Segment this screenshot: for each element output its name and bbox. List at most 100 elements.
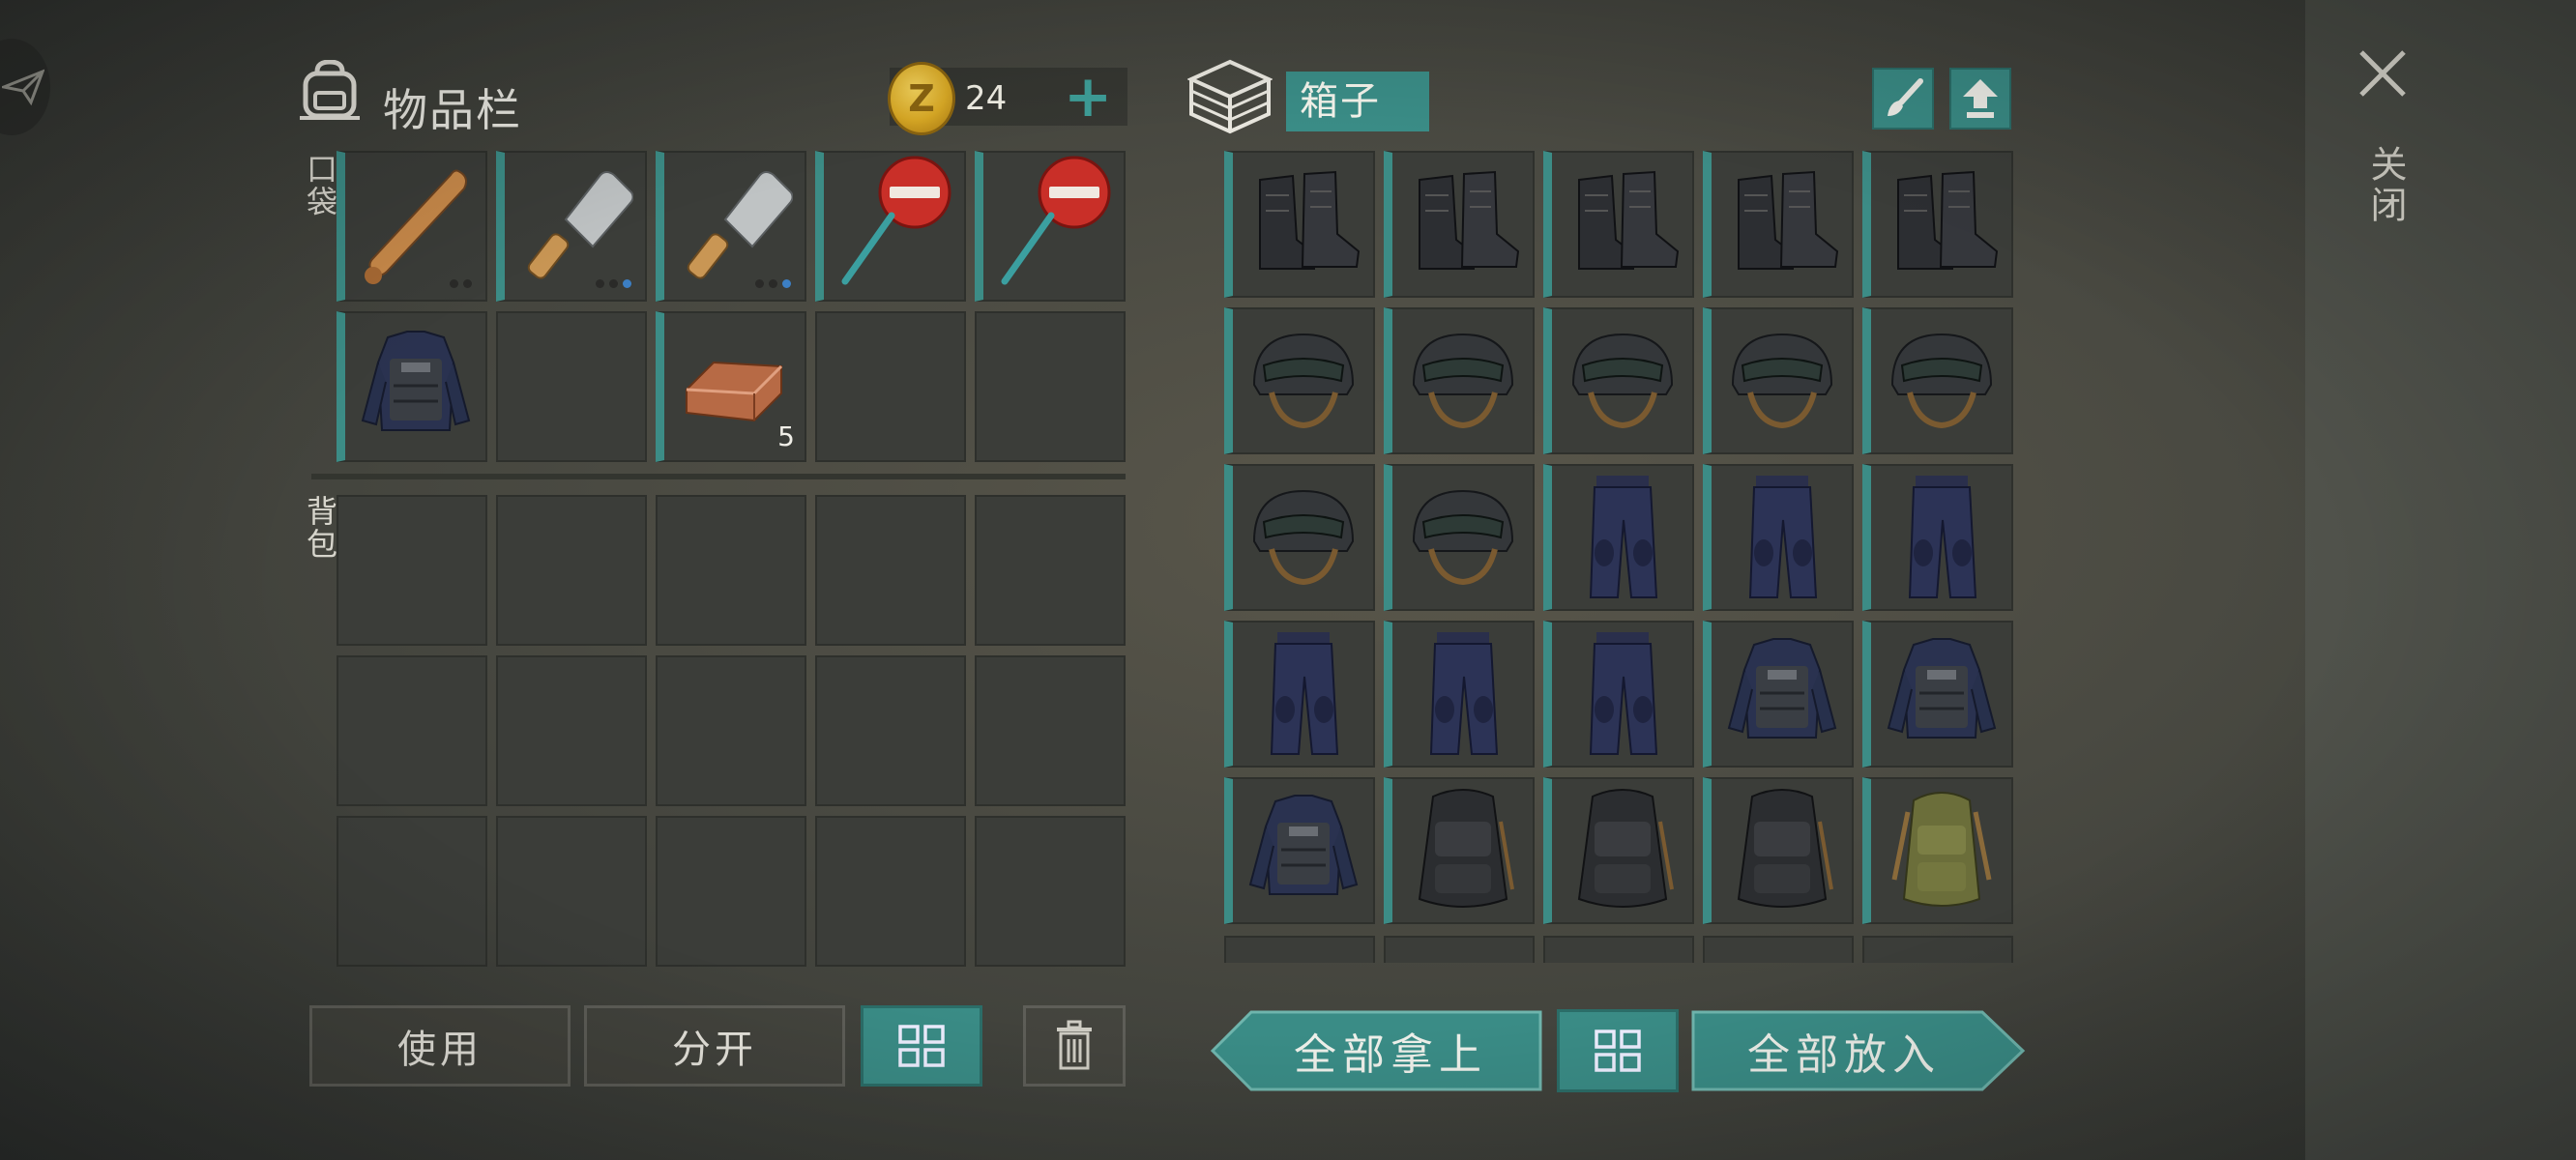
pocket-slot-cleaver[interactable] xyxy=(496,151,647,302)
close-label: 关闭 xyxy=(2364,145,2407,226)
pants-icon xyxy=(1552,623,1692,766)
box-slot-helmet[interactable] xyxy=(1862,307,2013,454)
put-all-button[interactable]: 全部放入 xyxy=(1690,1009,2027,1092)
box-slot-pants[interactable] xyxy=(1862,464,2013,611)
box-slot-black-backpack[interactable] xyxy=(1703,777,1854,924)
pants-icon xyxy=(1712,466,1852,609)
box-slot-boots[interactable] xyxy=(1384,151,1535,298)
box-slot-pants[interactable] xyxy=(1703,464,1854,611)
police-vest-icon xyxy=(1871,623,2011,766)
pocket-slot-police-vest[interactable] xyxy=(337,311,487,462)
box-slot-police-vest[interactable] xyxy=(1703,621,1854,768)
box-slot-pants[interactable] xyxy=(1543,621,1694,768)
box-slot-helmet[interactable] xyxy=(1384,464,1535,611)
box-slot-empty[interactable] xyxy=(1384,936,1535,963)
backpack-slot-empty[interactable] xyxy=(975,495,1126,646)
stop-sign-icon xyxy=(983,153,1124,300)
close-button[interactable] xyxy=(2356,46,2410,104)
pocket-slot-stop-sign[interactable] xyxy=(815,151,966,302)
durability-dots xyxy=(755,279,791,288)
side-menu-button[interactable] xyxy=(0,39,50,135)
box-slot-green-backpack[interactable] xyxy=(1862,777,2013,924)
pocket-slot-baseball-bat[interactable] xyxy=(337,151,487,302)
pants-icon xyxy=(1392,623,1533,766)
trash-icon xyxy=(1057,1020,1092,1070)
backpack-icon xyxy=(298,59,362,126)
cleaver-icon xyxy=(505,153,645,300)
backpack-slot-empty[interactable] xyxy=(975,655,1126,806)
box-slot-black-backpack[interactable] xyxy=(1543,777,1694,924)
green-backpack-icon xyxy=(1871,779,2011,922)
pants-icon xyxy=(1552,466,1692,609)
backpack-slot-empty[interactable] xyxy=(496,655,647,806)
pocket-slot-stop-sign[interactable] xyxy=(975,151,1126,302)
helmet-icon xyxy=(1871,309,2011,452)
backpack-slot-empty[interactable] xyxy=(815,495,966,646)
backpack-slot-empty[interactable] xyxy=(337,816,487,967)
pocket-slot-copper-ingot[interactable]: 5 xyxy=(656,311,806,462)
box-slot-pants[interactable] xyxy=(1384,621,1535,768)
backpack-slot-empty[interactable] xyxy=(815,816,966,967)
add-coins-button[interactable]: + xyxy=(1064,68,1112,126)
baseball-bat-icon xyxy=(345,153,485,300)
arrow-up-icon xyxy=(1963,79,1998,118)
box-grid xyxy=(1224,151,2013,924)
backpack-slot-empty[interactable] xyxy=(337,495,487,646)
use-button[interactable]: 使用 xyxy=(309,1005,571,1087)
box-slot-helmet[interactable] xyxy=(1543,307,1694,454)
box-slot-boots[interactable] xyxy=(1703,151,1854,298)
box-slot-boots[interactable] xyxy=(1224,151,1375,298)
backpack-slot-empty[interactable] xyxy=(656,495,806,646)
rename-box-button[interactable] xyxy=(1872,68,1934,130)
pocket-slot-cleaver[interactable] xyxy=(656,151,806,302)
police-vest-icon xyxy=(345,313,485,460)
backpack-slot-empty[interactable] xyxy=(656,655,806,806)
durability-dots xyxy=(450,279,472,288)
item-quantity: 5 xyxy=(777,420,795,452)
close-icon xyxy=(2359,50,2406,97)
helmet-icon xyxy=(1552,309,1692,452)
box-slot-empty[interactable] xyxy=(1543,936,1694,963)
stop-sign-icon xyxy=(824,153,964,300)
box-slot-empty[interactable] xyxy=(1703,936,1854,963)
delete-button[interactable] xyxy=(1023,1005,1126,1087)
helmet-icon xyxy=(1392,466,1533,609)
box-slot-helmet[interactable] xyxy=(1703,307,1854,454)
backpack-slot-empty[interactable] xyxy=(337,655,487,806)
sort-box-button[interactable] xyxy=(1557,1009,1679,1092)
grid-icon xyxy=(1595,1030,1641,1072)
box-slot-helmet[interactable] xyxy=(1224,307,1375,454)
box-slot-empty[interactable] xyxy=(1862,936,2013,963)
sort-inventory-button[interactable] xyxy=(861,1005,982,1087)
backpack-slot-empty[interactable] xyxy=(656,816,806,967)
box-slot-black-backpack[interactable] xyxy=(1384,777,1535,924)
box-slot-police-vest[interactable] xyxy=(1224,777,1375,924)
grid-icon xyxy=(898,1025,945,1067)
pocket-slot-empty[interactable] xyxy=(975,311,1126,462)
black-backpack-icon xyxy=(1392,779,1533,922)
box-slot-pants[interactable] xyxy=(1224,621,1375,768)
box-slot-police-vest[interactable] xyxy=(1862,621,2013,768)
box-slot-boots[interactable] xyxy=(1543,151,1694,298)
backpack-slot-empty[interactable] xyxy=(496,816,647,967)
helmet-icon xyxy=(1712,309,1852,452)
backpack-slot-empty[interactable] xyxy=(496,495,647,646)
take-all-button[interactable]: 全部拿上 xyxy=(1209,1009,1543,1092)
police-vest-icon xyxy=(1712,623,1852,766)
box-slot-helmet[interactable] xyxy=(1384,307,1535,454)
upload-button[interactable] xyxy=(1949,68,2011,130)
boots-icon xyxy=(1392,153,1533,296)
box-slot-helmet[interactable] xyxy=(1224,464,1375,611)
pocket-slot-empty[interactable] xyxy=(815,311,966,462)
backpack-slot-empty[interactable] xyxy=(815,655,966,806)
boots-icon xyxy=(1712,153,1852,296)
pocket-slot-empty[interactable] xyxy=(496,311,647,462)
coin-symbol: Z xyxy=(908,77,935,120)
split-button[interactable]: 分开 xyxy=(584,1005,845,1087)
backpack-slot-empty[interactable] xyxy=(975,816,1126,967)
box-slot-empty[interactable] xyxy=(1224,936,1375,963)
box-slot-boots[interactable] xyxy=(1862,151,2013,298)
pants-icon xyxy=(1233,623,1373,766)
box-slot-pants[interactable] xyxy=(1543,464,1694,611)
paper-plane-icon xyxy=(2,69,44,106)
